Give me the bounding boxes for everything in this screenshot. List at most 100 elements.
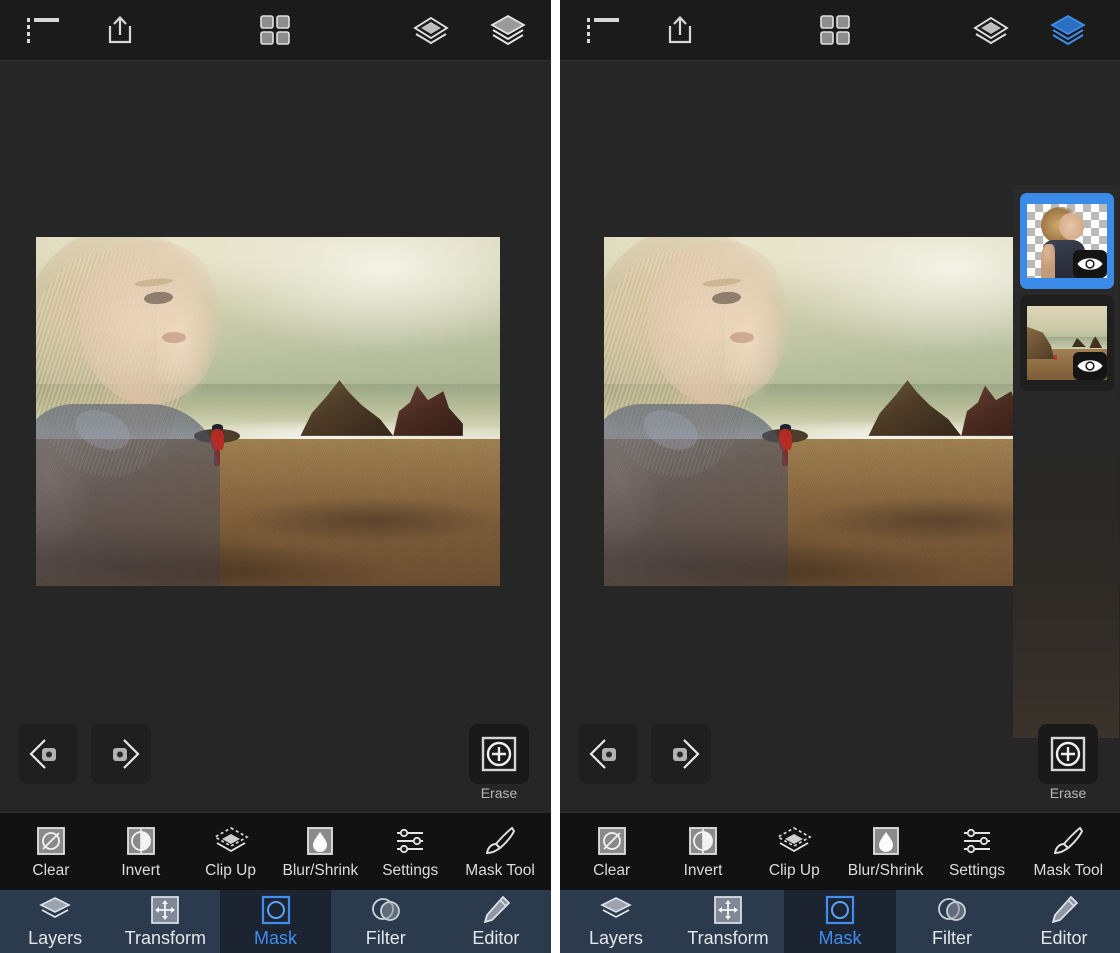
tab-layers[interactable]: Layers	[560, 890, 672, 953]
mask-tool-brush[interactable]: Mask Tool	[1023, 824, 1114, 880]
tab-label: Layers	[588, 928, 644, 948]
menu-list-icon[interactable]	[20, 8, 66, 52]
no-circle-square-icon	[36, 824, 66, 858]
next-button[interactable]	[651, 724, 711, 784]
paintbrush-icon	[484, 824, 516, 858]
dual-screenshot-comparison: Erase Clear Invert Clip Up Blur/Shrink S…	[0, 0, 1120, 953]
paintbrush-icon	[1052, 824, 1084, 858]
bottom-tab-bar-left: Layers Transform Mask Filter Editor	[0, 890, 551, 953]
no-circle-square-icon	[597, 824, 627, 858]
layers-stack-icon[interactable]	[1045, 8, 1091, 52]
mask-toolbar-right: Clear Invert Clip Up Blur/Shrink Setting…	[560, 812, 1120, 890]
tab-label: Mask	[254, 928, 298, 948]
left-screen: Erase Clear Invert Clip Up Blur/Shrink S…	[0, 0, 551, 953]
previous-button[interactable]	[578, 724, 638, 784]
menu-list-icon[interactable]	[580, 8, 626, 52]
artwork-composite[interactable]	[36, 237, 500, 586]
tab-label: Filter	[365, 928, 406, 948]
droplet-square-icon	[305, 824, 335, 858]
mask-tool-clip-up[interactable]: Clip Up	[186, 824, 276, 880]
tab-label: Filter	[932, 928, 972, 948]
grid-icon[interactable]	[812, 8, 858, 52]
mask-tool-label: Blur/Shrink	[282, 861, 359, 879]
tab-label: Editor	[1040, 928, 1088, 948]
mask-tool-label: Clip Up	[205, 861, 256, 879]
mask-tool-clear[interactable]: Clear	[566, 824, 657, 880]
single-layer-icon[interactable]	[408, 8, 454, 52]
layer-row-beach[interactable]	[1020, 295, 1114, 391]
tab-mask[interactable]: Mask	[220, 890, 331, 953]
mask-tool-label: Settings	[948, 861, 1005, 879]
mask-tool-label: Clear	[32, 861, 70, 879]
tab-label: Transform	[687, 928, 769, 948]
mask-tool-label: Mask Tool	[465, 861, 535, 879]
mask-tool-settings[interactable]: Settings	[365, 824, 455, 880]
panel-divider	[551, 0, 560, 953]
tab-editor[interactable]: Editor	[1008, 890, 1120, 953]
tab-layers[interactable]: Layers	[0, 890, 110, 953]
erase-add-button[interactable]	[469, 724, 529, 784]
layer-stack-icon	[599, 894, 633, 926]
dashed-diamond-layers-icon	[775, 824, 813, 858]
circle-square-icon	[261, 894, 291, 926]
layer-thumbnail	[1027, 306, 1107, 380]
mask-tool-invert[interactable]: Invert	[96, 824, 186, 880]
mask-tool-blur-shrink[interactable]: Blur/Shrink	[840, 824, 931, 880]
mask-tool-blur-shrink[interactable]: Blur/Shrink	[275, 824, 365, 880]
move-arrows-icon	[150, 894, 180, 926]
erase-label: Erase	[1049, 785, 1087, 801]
pencil-icon	[481, 894, 511, 926]
tab-mask[interactable]: Mask	[784, 890, 896, 953]
mask-tool-label: Clip Up	[768, 861, 820, 879]
tab-transform[interactable]: Transform	[110, 890, 220, 953]
layer-row-girl[interactable]	[1020, 193, 1114, 289]
half-circle-square-icon	[688, 824, 718, 858]
share-icon[interactable]	[657, 8, 703, 52]
layer-thumbnail	[1027, 204, 1107, 278]
grid-icon[interactable]	[252, 8, 298, 52]
tab-label: Layers	[28, 928, 83, 948]
nav-row-right: Erase	[560, 717, 1120, 812]
canvas-area-right[interactable]: Erase	[560, 61, 1120, 812]
top-toolbar-left	[0, 0, 551, 61]
tab-filter[interactable]: Filter	[331, 890, 441, 953]
mask-tool-label: Invert	[683, 861, 723, 879]
mask-tool-settings[interactable]: Settings	[931, 824, 1022, 880]
single-layer-icon[interactable]	[968, 8, 1014, 52]
top-toolbar-right	[560, 0, 1120, 61]
tab-filter[interactable]: Filter	[896, 890, 1008, 953]
artwork-composite[interactable]	[604, 237, 1068, 586]
erase-label: Erase	[480, 785, 518, 801]
two-circles-icon	[936, 894, 968, 926]
layer-visibility-toggle[interactable]	[1073, 250, 1107, 278]
droplet-square-icon	[871, 824, 901, 858]
tab-label: Editor	[472, 928, 520, 948]
tab-transform[interactable]: Transform	[672, 890, 784, 953]
mask-tool-label: Invert	[121, 861, 161, 879]
mask-toolbar-left: Clear Invert Clip Up Blur/Shrink Setting…	[0, 812, 551, 890]
half-circle-square-icon	[126, 824, 156, 858]
canvas-area-left[interactable]: Erase	[0, 61, 551, 812]
next-button[interactable]	[91, 724, 151, 784]
layer-visibility-toggle[interactable]	[1073, 352, 1107, 380]
erase-add-button[interactable]	[1038, 724, 1098, 784]
nav-row-left: Erase	[0, 717, 551, 812]
pencil-icon	[1049, 894, 1079, 926]
mask-tool-label: Clear	[593, 861, 631, 879]
circle-square-icon	[825, 894, 855, 926]
share-icon[interactable]	[97, 8, 143, 52]
mask-tool-clip-up[interactable]: Clip Up	[749, 824, 840, 880]
previous-button[interactable]	[18, 724, 78, 784]
tab-label: Mask	[818, 928, 862, 948]
mask-tool-brush[interactable]: Mask Tool	[455, 824, 545, 880]
tab-label: Transform	[124, 928, 206, 948]
mask-tool-label: Mask Tool	[1033, 861, 1104, 879]
mask-tool-invert[interactable]: Invert	[657, 824, 748, 880]
layers-stack-icon[interactable]	[485, 8, 531, 52]
mask-tool-clear[interactable]: Clear	[6, 824, 96, 880]
two-circles-icon	[370, 894, 402, 926]
mask-tool-label: Settings	[382, 861, 439, 879]
tab-editor[interactable]: Editor	[441, 890, 551, 953]
layers-panel[interactable]	[1013, 185, 1119, 738]
layer-stack-icon	[38, 894, 72, 926]
